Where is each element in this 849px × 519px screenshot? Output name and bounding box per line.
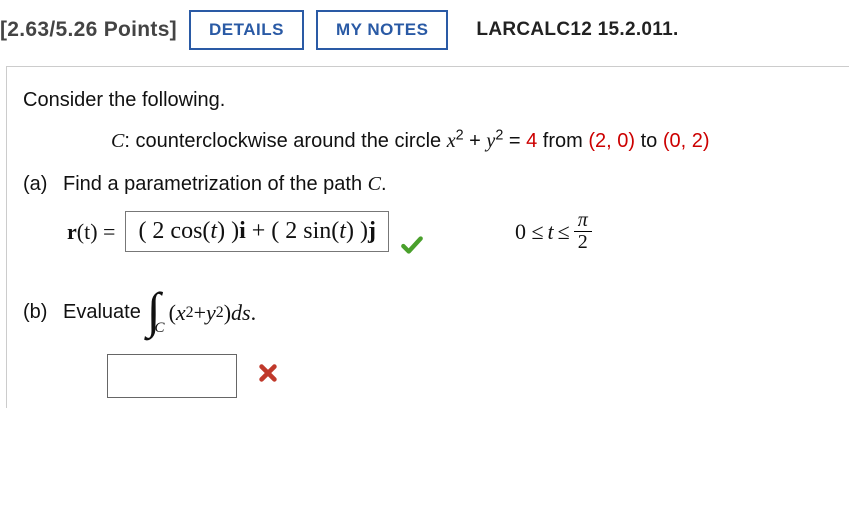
answer-input-b[interactable] [107,354,237,398]
integrand-open: ( [169,300,176,326]
r-symbol: r [67,219,77,244]
question-source-reference: LARCALC12 15.2.011. [476,19,678,41]
range-num: π [574,210,592,232]
range-prefix: 0 ≤ [515,219,544,245]
range-mid: ≤ [558,219,570,245]
plus-1: + [464,130,487,152]
part-a-c: C [368,173,381,195]
question-content: Consider the following. C: counterclockw… [6,66,849,408]
range-t: t [548,219,554,245]
point-2: (0, 2) [663,130,710,152]
part-b-text: Evaluate [63,301,141,324]
answer-input-a[interactable]: ( 2 cos(t) )i + ( 2 sin(t) )j [125,211,389,252]
curve-label: C [111,130,124,152]
eq-rhs: 4 [526,130,537,152]
part-a-label: (a) [23,173,63,196]
integral-expression: ∫ C (x2 + y2) ds. [147,295,256,330]
equals: = [503,130,526,152]
part-a-text-suffix: . [381,173,387,195]
ds: ds [231,300,251,326]
details-button[interactable]: DETAILS [189,10,304,50]
integrand-y: y [206,300,216,326]
integral-subscript: C [155,320,165,337]
check-icon [399,232,425,264]
part-b: (b) Evaluate ∫ C (x2 + y2) ds. [23,295,839,330]
my-notes-button[interactable]: MY NOTES [316,10,448,50]
var-y: y [486,130,495,152]
r-of-t-label: r(t) = [67,219,115,245]
integrand-x: x [176,300,186,326]
curve-desc-prefix: : counterclockwise around the circle [124,130,446,152]
range-den: 2 [574,232,592,253]
integrand-close: ) [224,300,231,326]
part-a: (a) Find a parametrization of the path C… [23,173,839,196]
range-fraction: π 2 [574,210,592,253]
of-t-equals: (t) = [77,219,116,244]
integrand-plus: + [194,300,206,326]
curve-description: C: counterclockwise around the circle x2… [111,130,839,153]
to-text: to [635,130,663,152]
part-b-label: (b) [23,301,63,324]
points-label: [2.63/5.26 Points] [0,18,177,42]
from-text: from [537,130,588,152]
part-a-text-prefix: Find a parametrization of the path [63,173,368,195]
period: . [251,300,257,326]
point-1: (2, 0) [588,130,635,152]
t-range: 0 ≤ t ≤ π 2 [515,210,592,253]
prompt-intro: Consider the following. [23,89,839,112]
var-x: x [447,130,456,152]
x-icon [257,362,279,390]
